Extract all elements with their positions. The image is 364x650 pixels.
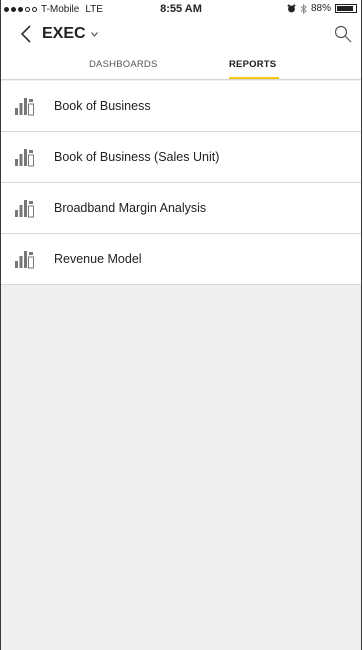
tab-reports[interactable]: REPORTS — [229, 59, 276, 70]
status-right: 88% — [287, 3, 357, 14]
bluetooth-icon — [300, 3, 307, 14]
status-bar: T-Mobile LTE 8:55 AM 88% — [1, 0, 361, 20]
battery-icon — [335, 4, 357, 13]
report-item-book-of-business-sales-unit[interactable]: Book of Business (Sales Unit) — [1, 132, 361, 183]
alarm-icon — [287, 4, 296, 13]
report-label: Book of Business (Sales Unit) — [54, 150, 220, 164]
report-item-revenue-model[interactable]: Revenue Model — [1, 234, 361, 285]
navigation-bar: EXEC — [1, 20, 361, 48]
report-item-broadband-margin-analysis[interactable]: Broadband Margin Analysis — [1, 183, 361, 234]
workspace-selector[interactable]: EXEC — [42, 25, 98, 43]
report-icon — [15, 149, 34, 167]
chevron-left-icon — [20, 25, 31, 43]
phone-screen: T-Mobile LTE 8:55 AM 88% EXEC DASHBOARDS… — [0, 0, 362, 650]
report-icon — [15, 251, 34, 269]
report-label: Book of Business — [54, 99, 151, 113]
search-icon — [334, 25, 352, 43]
page-title: EXEC — [42, 25, 86, 42]
chevron-down-icon — [90, 31, 98, 37]
report-icon — [15, 200, 34, 218]
report-icon — [15, 98, 34, 116]
tab-bar: DASHBOARDS REPORTS — [1, 48, 361, 80]
report-label: Revenue Model — [54, 252, 142, 266]
reports-list: Book of Business Book of Business (Sales… — [1, 81, 361, 285]
report-label: Broadband Margin Analysis — [54, 201, 207, 215]
report-item-book-of-business[interactable]: Book of Business — [1, 81, 361, 132]
active-tab-indicator — [229, 77, 279, 79]
tab-dashboards[interactable]: DASHBOARDS — [89, 59, 158, 70]
battery-percent: 88% — [310, 3, 331, 14]
search-button[interactable] — [331, 22, 355, 46]
back-button[interactable] — [15, 22, 37, 46]
